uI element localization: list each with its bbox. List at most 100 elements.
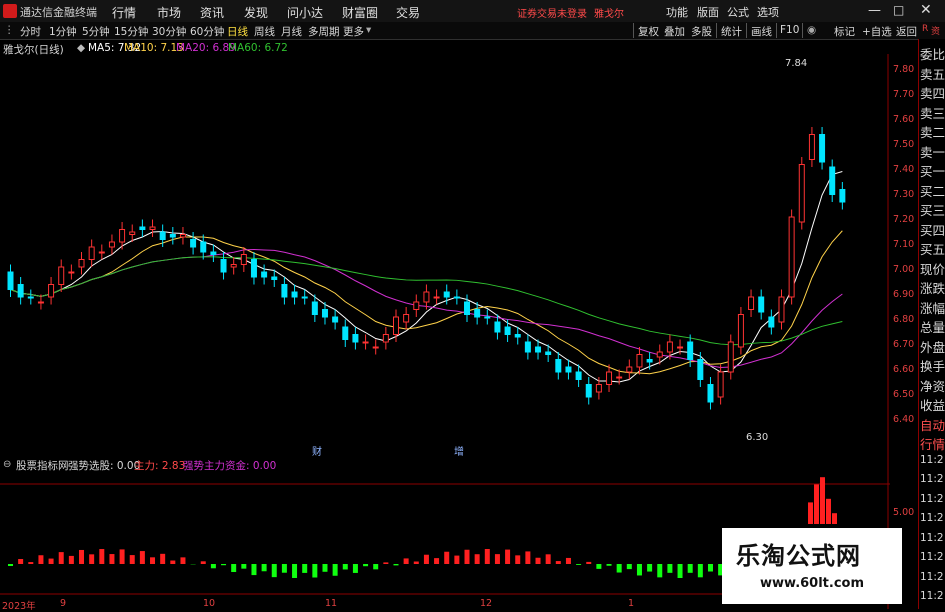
- period-5min[interactable]: 5分钟: [82, 24, 110, 39]
- menu-news[interactable]: 资讯: [200, 4, 224, 21]
- close-icon[interactable]: ✕: [920, 2, 932, 18]
- period-15min[interactable]: 15分钟: [114, 24, 148, 39]
- indicator-bar: [698, 564, 703, 577]
- indicator-bar: [109, 554, 114, 564]
- indicator-bar: [150, 557, 155, 564]
- maximize-icon[interactable]: □: [893, 3, 904, 17]
- quote-field: 现价: [920, 259, 945, 278]
- candle-body: [779, 297, 784, 322]
- btn-restore-rights[interactable]: 复权: [638, 24, 659, 39]
- indicator-bar: [576, 564, 581, 565]
- indicator-bar: [414, 562, 419, 564]
- quote-field: 11:2: [920, 551, 944, 563]
- btn-multi-stock[interactable]: 多股: [691, 24, 712, 39]
- btn-back[interactable]: 返回: [896, 24, 917, 39]
- candle-body: [678, 347, 683, 348]
- event-marker-finance[interactable]: 财: [312, 443, 322, 458]
- indicator-toggle-icon[interactable]: ⊖: [3, 459, 11, 470]
- search-icon[interactable]: ◉: [807, 24, 816, 36]
- indicator-bar: [465, 550, 470, 564]
- indicator-bar: [627, 564, 632, 569]
- more-chevron-icon[interactable]: ▾: [366, 24, 371, 36]
- quote-field: 涨幅: [920, 298, 945, 317]
- menu-trade[interactable]: 交易: [396, 4, 420, 21]
- quote-field: 11:2: [920, 493, 944, 505]
- candle-body: [799, 165, 804, 223]
- kline-chart[interactable]: [0, 54, 890, 609]
- menu-ask[interactable]: 问小达: [287, 4, 323, 21]
- period-multi[interactable]: 多周期: [308, 24, 340, 39]
- period-30min[interactable]: 30分钟: [152, 24, 186, 39]
- candle-body: [546, 352, 551, 355]
- btn-mark[interactable]: 标记: [834, 24, 855, 39]
- candle-body: [262, 272, 267, 277]
- indicator-bar: [393, 564, 398, 565]
- indicator-bar: [99, 549, 104, 564]
- stock-tab[interactable]: 雅戈尔: [594, 5, 624, 20]
- btn-statistics[interactable]: 统计: [721, 24, 742, 39]
- candle-body: [637, 355, 642, 368]
- menu-formula[interactable]: 公式: [727, 4, 749, 20]
- menu-function[interactable]: 功能: [666, 4, 688, 20]
- minimize-icon[interactable]: —: [868, 3, 881, 18]
- candle-body: [383, 335, 388, 343]
- indicator-bar: [353, 564, 358, 573]
- period-monthly[interactable]: 月线: [281, 24, 302, 39]
- indicator-name: 股票指标网: [16, 458, 69, 473]
- indicator-bar: [363, 564, 368, 566]
- date-label: 1: [628, 598, 634, 609]
- menu-options[interactable]: 选项: [757, 4, 779, 20]
- chart-settings-icon[interactable]: ◆: [77, 42, 85, 54]
- menu-layout[interactable]: 版面: [697, 4, 719, 20]
- btn-overlay[interactable]: 叠加: [664, 24, 685, 39]
- candle-body: [231, 265, 236, 268]
- price-label: 6.80: [893, 314, 914, 325]
- indicator-bar: [120, 549, 125, 564]
- quote-field: 收益: [920, 395, 945, 414]
- period-60min[interactable]: 60分钟: [190, 24, 224, 39]
- menu-quotes[interactable]: 行情: [112, 4, 136, 21]
- period-tick[interactable]: 分时: [20, 24, 41, 39]
- candle-body: [393, 317, 398, 335]
- price-label: 6.90: [893, 289, 914, 300]
- price-label: 7.70: [893, 89, 914, 100]
- candle-body: [434, 297, 439, 298]
- indicator-bar: [444, 552, 449, 564]
- indicator-bar: [637, 564, 642, 575]
- watermark-title: 乐淘公式网: [736, 536, 861, 571]
- period-weekly[interactable]: 周线: [254, 24, 275, 39]
- candle-body: [18, 285, 23, 298]
- btn-f10[interactable]: F10: [780, 24, 799, 36]
- price-label: 6.50: [893, 389, 914, 400]
- period-1min[interactable]: 1分钟: [49, 24, 77, 39]
- candle-body: [322, 310, 327, 318]
- menu-discover[interactable]: 发现: [244, 4, 268, 21]
- candle-body: [251, 260, 256, 278]
- indicator-scale-label: 5.00: [893, 507, 914, 518]
- quote-field: 11:2: [920, 512, 944, 524]
- indicator-bar: [140, 551, 145, 564]
- period-more[interactable]: 更多: [343, 24, 364, 39]
- btn-add-watchlist[interactable]: +自选: [862, 24, 892, 39]
- indicator-bar: [160, 554, 165, 564]
- candle-body: [272, 277, 277, 280]
- period-daily[interactable]: 日线: [227, 24, 248, 39]
- indicator-spike-bar: [826, 499, 831, 524]
- candle-body: [627, 367, 632, 372]
- quote-field: 行情: [920, 434, 945, 453]
- menu-wealth[interactable]: 财富圈: [342, 4, 378, 21]
- candle-body: [525, 342, 530, 352]
- indicator-bar: [383, 562, 388, 564]
- event-marker-increase[interactable]: 增: [454, 443, 464, 458]
- btn-draw-line[interactable]: 画线: [751, 24, 772, 39]
- login-notice[interactable]: 证券交易未登录: [517, 5, 587, 20]
- app-name: 通达信金融终端: [20, 4, 97, 20]
- candle-body: [8, 272, 13, 290]
- indicator-bar: [59, 552, 64, 564]
- toolbar-divider: [776, 23, 777, 38]
- date-label: 9: [60, 598, 66, 609]
- date-label: 10: [203, 598, 215, 609]
- indicator-bar: [404, 558, 409, 564]
- menu-market[interactable]: 市场: [157, 4, 181, 21]
- indicator-bar: [678, 564, 683, 578]
